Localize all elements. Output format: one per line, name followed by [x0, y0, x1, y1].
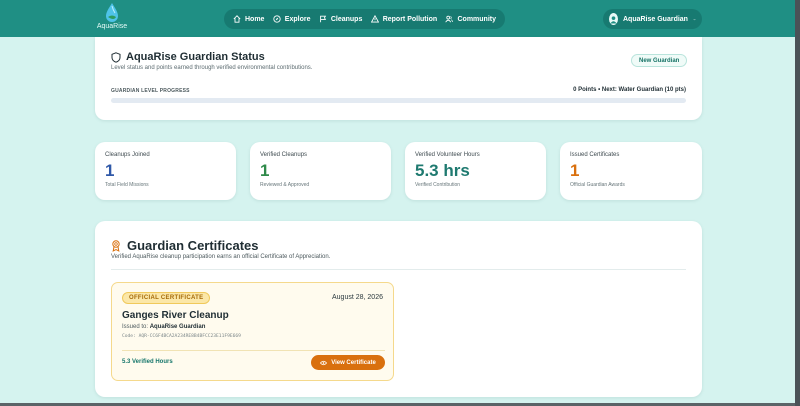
issued-label: Issued to:: [122, 324, 149, 330]
nav-label: Explore: [284, 15, 311, 23]
nav-item-community[interactable]: Community: [445, 15, 496, 23]
certificate-tag: OFFICIAL CERTIFICATE: [122, 292, 211, 304]
stat-card-cleanups-joined: Cleanups Joined 1 Total Field Missions: [95, 142, 236, 200]
user-name: AquaRise Guardian: [623, 15, 688, 23]
water-drop-logo-icon: [106, 3, 118, 22]
stat-subtext: Official Guardian Awards: [570, 182, 625, 188]
stat-card-issued-certificates: Issued Certificates 1 Official Guardian …: [560, 142, 702, 200]
eye-icon: [320, 360, 328, 365]
main-nav: Home Explore Cleanups Report Pollution C…: [224, 9, 505, 29]
stat-card-volunteer-hours: Verified Volunteer Hours 5.3 hrs Verifie…: [405, 142, 546, 200]
brand-logo[interactable]: AquaRise: [96, 2, 128, 35]
compass-icon: [273, 15, 281, 23]
flag-icon: [319, 15, 327, 23]
issued-name: AquaRise Guardian: [149, 324, 206, 330]
certificates-heading: Guardian Certificates: [111, 238, 259, 253]
stat-value: 1: [105, 161, 115, 180]
top-navbar: AquaRise Home Explore Cleanups Report Po…: [0, 0, 800, 37]
certificate-hours: 5.3 Verified Hours: [122, 359, 173, 365]
award-icon: [112, 239, 120, 252]
stat-label: Issued Certificates: [570, 152, 620, 158]
status-heading: AquaRise Guardian Status: [111, 51, 265, 63]
status-subtitle: Level status and points earned through v…: [111, 65, 313, 71]
stat-label: Verified Cleanups: [260, 152, 308, 158]
progress-bar: [111, 98, 686, 103]
nav-label: Cleanups: [330, 15, 363, 23]
stat-value: 1: [570, 161, 580, 180]
home-icon: [233, 15, 241, 23]
nav-item-report-pollution[interactable]: Report Pollution: [370, 15, 438, 23]
avatar: [609, 13, 618, 25]
stat-label: Cleanups Joined: [105, 152, 150, 158]
stat-card-verified-cleanups: Verified Cleanups 1 Reviewed & Approved: [250, 142, 391, 200]
nav-item-cleanups[interactable]: Cleanups: [319, 15, 363, 23]
view-certificate-button[interactable]: View Certificate: [311, 355, 385, 370]
stat-subtext: Total Field Missions: [105, 182, 149, 188]
nav-item-home[interactable]: Home: [233, 15, 264, 23]
stat-value: 1: [260, 161, 270, 180]
certificate-issued-to: Issued to: AquaRise Guardian: [122, 324, 205, 330]
certificate-code: Code: AQR-CC6F4BCA2A234RE8B4BFCC23E11F9E…: [122, 334, 241, 339]
view-certificate-label: View Certificate: [331, 359, 376, 366]
status-title: AquaRise Guardian Status: [126, 51, 265, 63]
stat-subtext: Verified Contribution: [415, 182, 461, 188]
certificate-title: Ganges River Cleanup: [122, 310, 229, 321]
stat-label: Verified Volunteer Hours: [415, 152, 480, 158]
brand-name: AquaRise: [96, 23, 128, 30]
stat-value: 5.3 hrs: [415, 161, 470, 180]
stat-subtext: Reviewed & Approved: [260, 182, 310, 188]
certificate-item: OFFICIAL CERTIFICATE August 28, 2026 Gan…: [111, 282, 394, 381]
nav-item-explore[interactable]: Explore: [273, 15, 311, 23]
progress-label: GUARDIAN LEVEL PROGRESS: [111, 88, 190, 94]
shield-icon: [111, 51, 121, 63]
user-menu[interactable]: AquaRise Guardian: [603, 9, 702, 29]
avatar-icon: [610, 15, 617, 24]
chevron-down-icon: [693, 18, 696, 20]
nav-label: Community: [457, 15, 496, 23]
level-badge: New Guardian: [631, 54, 688, 67]
users-icon: [445, 15, 454, 23]
certificates-title: Guardian Certificates: [127, 238, 259, 253]
certificate-date: August 28, 2026: [332, 294, 383, 301]
certificates-subtitle: Verified AquaRise cleanup participation …: [111, 254, 331, 260]
divider: [111, 269, 686, 270]
divider: [122, 350, 385, 351]
progress-value: 0 Points • Next: Water Guardian (10 pts): [573, 87, 686, 93]
window-edge: [795, 0, 800, 406]
warning-icon: [370, 15, 379, 23]
nav-label: Home: [245, 15, 265, 23]
nav-label: Report Pollution: [382, 15, 438, 23]
guardian-certificates-card: Guardian Certificates Verified AquaRise …: [95, 221, 702, 397]
guardian-status-card: AquaRise Guardian Status Level status an…: [95, 37, 702, 120]
